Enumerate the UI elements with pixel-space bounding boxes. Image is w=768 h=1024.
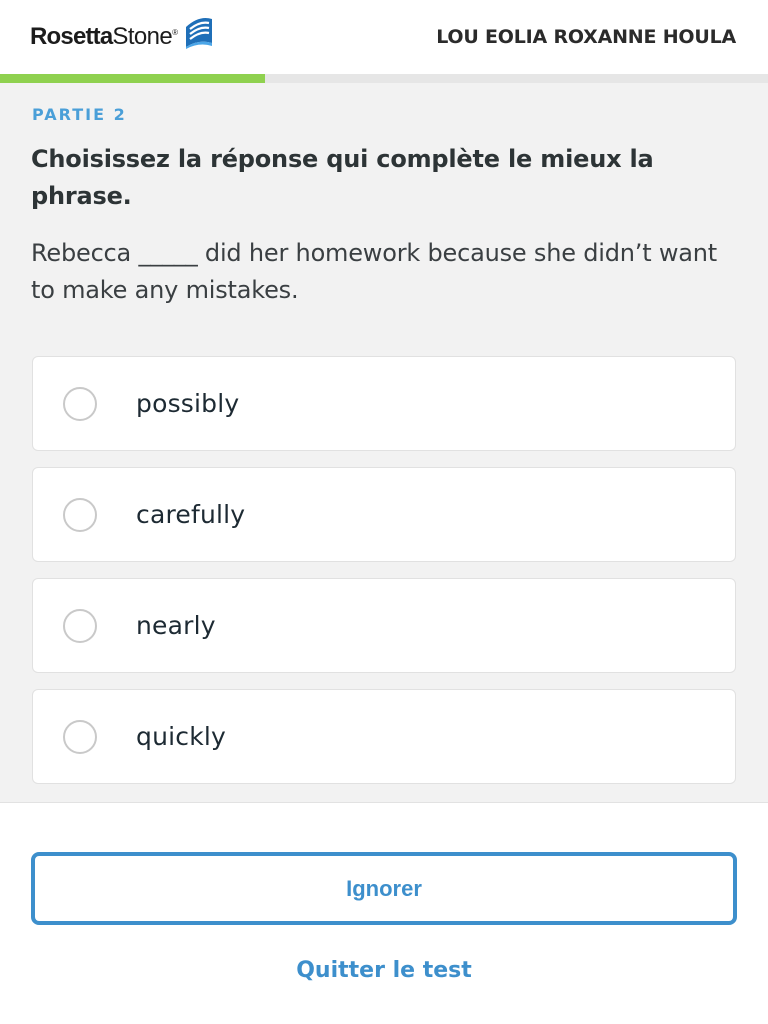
progress-bar bbox=[0, 74, 768, 83]
registered-mark: ® bbox=[172, 28, 178, 37]
answer-option-label: quickly bbox=[136, 722, 227, 751]
ignore-button[interactable]: Ignorer bbox=[31, 852, 737, 925]
question-instruction: Choisissez la réponse qui complète le mi… bbox=[31, 145, 654, 210]
answer-option-label: nearly bbox=[136, 611, 216, 640]
logo-word-rosetta: Rosetta bbox=[30, 23, 113, 50]
radio-button[interactable] bbox=[63, 719, 97, 754]
answer-option-quickly[interactable]: quickly bbox=[32, 689, 736, 784]
radio-button[interactable] bbox=[63, 497, 97, 532]
user-name[interactable]: LOU EOLIA ROXANNE HOULA bbox=[436, 26, 736, 48]
answer-option-possibly[interactable]: possibly bbox=[32, 356, 736, 451]
rosetta-stone-logo[interactable]: RosettaStone® bbox=[30, 18, 216, 53]
app-header: RosettaStone® LOU EOLIA ROXANNE HOULA bbox=[0, 0, 768, 74]
quit-test-link[interactable]: Quitter le test bbox=[0, 958, 768, 983]
progress-bar-fill bbox=[0, 74, 265, 83]
logo-text: RosettaStone® bbox=[30, 23, 178, 51]
part-label: PARTIE 2 bbox=[32, 105, 127, 124]
answer-option-nearly[interactable]: nearly bbox=[32, 578, 736, 673]
answer-option-label: carefully bbox=[136, 500, 246, 529]
answer-option-label: possibly bbox=[136, 389, 240, 418]
answer-option-carefully[interactable]: carefully bbox=[32, 467, 736, 562]
radio-button[interactable] bbox=[63, 608, 97, 643]
radio-button[interactable] bbox=[63, 386, 97, 421]
logo-word-stone: Stone bbox=[112, 23, 173, 50]
rosetta-stone-logo-icon bbox=[182, 13, 216, 53]
question-sentence: Rebecca _____ did her homework because s… bbox=[31, 239, 717, 304]
question-panel: PARTIE 2 Choisissez la réponse qui compl… bbox=[0, 83, 768, 803]
